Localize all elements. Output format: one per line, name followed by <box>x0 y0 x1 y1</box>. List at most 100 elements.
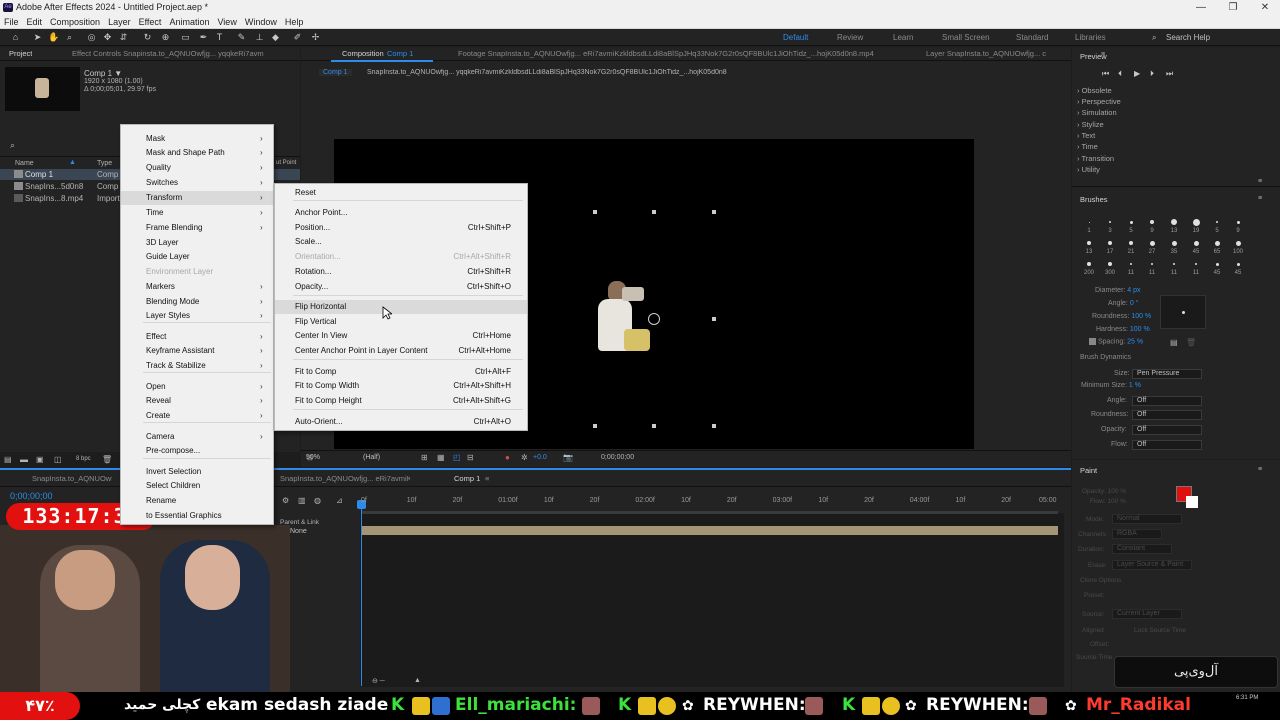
type-tool-icon[interactable]: T <box>214 32 225 43</box>
layer-menu-select-children[interactable]: Select Children <box>121 479 273 493</box>
layer-menu-mask[interactable]: Mask › <box>121 132 273 146</box>
transform-menu-flip-horizontal[interactable]: Flip Horizontal <box>275 300 527 314</box>
rectangle-tool-icon[interactable]: ▭ <box>180 32 191 43</box>
brush-tip[interactable] <box>1088 221 1090 223</box>
effects-category-simulation[interactable]: › Simulation <box>1077 108 1117 117</box>
paint-panel-title[interactable]: Paint <box>1080 466 1097 475</box>
workspace-standard[interactable]: Standard <box>1016 33 1048 42</box>
panel-menu-icon[interactable]: ≡ <box>1101 51 1105 58</box>
brush-spacing[interactable]: Spacing: 25 % <box>1089 338 1143 345</box>
minimize-button[interactable]: — <box>1186 0 1216 15</box>
work-area-bar[interactable] <box>362 511 1058 514</box>
delete-icon[interactable]: 🗑 <box>102 455 112 464</box>
brushes-panel-title[interactable]: Brushes <box>1080 195 1108 204</box>
hand-tool-icon[interactable]: ✋ <box>48 32 59 43</box>
effects-category-obsolete[interactable]: › Obsolete <box>1077 86 1112 95</box>
maximize-button[interactable]: ❐ <box>1218 0 1248 15</box>
menu-composition[interactable]: Composition <box>46 15 104 29</box>
layer-menu-effect[interactable]: Effect › <box>121 330 273 344</box>
min-size-field[interactable]: Minimum Size: 1 % <box>1081 382 1141 389</box>
panel-menu-icon[interactable]: ≡ <box>1258 466 1262 473</box>
layer-menu-layer-styles[interactable]: Layer Styles › <box>121 309 273 323</box>
layer-handle[interactable] <box>652 424 656 428</box>
dolly-tool-icon[interactable]: ⇵ <box>118 32 129 43</box>
layer-handle[interactable] <box>652 210 656 214</box>
shy-layers-icon[interactable]: ▥ <box>298 496 306 505</box>
paint-erase-dropdown[interactable]: Layer Source & Paint <box>1112 560 1192 570</box>
zoom-tool-icon[interactable]: ⌕ <box>64 32 75 43</box>
brush-angle[interactable]: Angle: 0 ° <box>1108 300 1138 307</box>
effects-category-perspective[interactable]: › Perspective <box>1077 97 1121 106</box>
layer-menu-switches[interactable]: Switches › <box>121 176 273 190</box>
current-time-indicator[interactable] <box>361 500 362 686</box>
layer-duration-bar[interactable] <box>362 526 1058 535</box>
paint-opacity[interactable]: Opacity: 100 % <box>1082 488 1126 495</box>
sort-arrow-icon[interactable]: ▲ <box>69 159 76 166</box>
transform-menu-position[interactable]: Position... Ctrl+Shift+P <box>275 221 527 235</box>
brush-tip[interactable] <box>1130 263 1132 265</box>
timeline-tracks[interactable] <box>360 513 1064 687</box>
brush-tip[interactable] <box>1108 262 1112 266</box>
brush-tip[interactable] <box>1171 219 1177 225</box>
brush-save-icon[interactable]: ▤ <box>1170 338 1178 347</box>
layer-menu-mask-and-shape-path[interactable]: Mask and Shape Path › <box>121 146 273 160</box>
brush-tip[interactable] <box>1109 221 1111 223</box>
new-composition-icon[interactable]: ▣ <box>36 455 44 464</box>
layer-menu-transform[interactable]: Transform › <box>121 191 273 205</box>
layer-handle[interactable] <box>712 424 716 428</box>
menu-window[interactable]: Window <box>241 15 281 29</box>
workspace-libraries[interactable]: Libraries <box>1075 33 1106 42</box>
transform-menu-flip-vertical[interactable]: Flip Vertical <box>275 315 527 329</box>
spacing-checkbox[interactable] <box>1089 338 1096 345</box>
menu-file[interactable]: File <box>0 15 23 29</box>
layer-menu-3d-layer[interactable]: 3D Layer <box>121 236 273 250</box>
transform-menu-fit-to-comp-width[interactable]: Fit to Comp Width Ctrl+Alt+Shift+H <box>275 379 527 393</box>
transform-menu-fit-to-comp-height[interactable]: Fit to Comp Height Ctrl+Alt+Shift+G <box>275 394 527 408</box>
search-icon[interactable]: ⌕ <box>1152 33 1156 43</box>
brush-delete-icon[interactable]: 🗑 <box>1186 338 1196 347</box>
brush-tip[interactable] <box>1087 262 1091 266</box>
brush-diameter[interactable]: Diameter: 4 px <box>1095 287 1141 294</box>
tab-footage[interactable]: Footage SnapInsta.to_AQNUOwfjg... eRi7av… <box>458 47 878 61</box>
channels-icon[interactable]: ● <box>505 453 510 462</box>
draft-3d-icon[interactable]: ⚙ <box>282 496 289 505</box>
layer-menu-rename[interactable]: Rename <box>121 494 273 508</box>
dynamics-angle-dropdown[interactable]: Off <box>1132 396 1202 406</box>
layer-menu-markers[interactable]: Markers › <box>121 280 273 294</box>
anchor-point-icon[interactable] <box>648 313 660 325</box>
layer-menu-open[interactable]: Open › <box>121 380 273 394</box>
column-outpoint-header[interactable]: ut Point <box>276 160 296 166</box>
transform-menu-opacity[interactable]: Opacity... Ctrl+Shift+O <box>275 280 527 294</box>
viewer-timecode[interactable]: 0;00;00;00 <box>601 454 634 461</box>
workspace-review[interactable]: Review <box>837 33 863 42</box>
project-search-icon[interactable]: ⌕ <box>10 140 15 151</box>
timeline-timecode[interactable]: 0;00;00;00 <box>10 491 53 501</box>
menu-effect[interactable]: Effect <box>135 15 166 29</box>
layer-menu-reveal[interactable]: Reveal › <box>121 394 273 408</box>
resolution-dropdown[interactable]: (Half) <box>363 454 380 461</box>
workspace-learn[interactable]: Learn <box>893 33 913 42</box>
paint-duration-dropdown[interactable]: Constant <box>1112 544 1172 554</box>
layer-menu-frame-blending[interactable]: Frame Blending › <box>121 221 273 235</box>
layer-menu-keyframe-assistant[interactable]: Keyframe Assistant › <box>121 344 273 358</box>
panel-menu-icon[interactable]: ≡ <box>1258 178 1262 185</box>
search-help-field[interactable]: Search Help <box>1166 33 1210 42</box>
column-type-header[interactable]: Type <box>97 160 112 167</box>
brush-tip[interactable] <box>1151 263 1153 265</box>
parent-dropdown[interactable]: None <box>290 528 307 535</box>
zoom-dropdown[interactable]: 50% <box>306 454 320 461</box>
brush-tip[interactable] <box>1235 240 1241 246</box>
effects-category-text[interactable]: › Text <box>1077 131 1095 140</box>
panel-menu-icon[interactable]: ≡ <box>1258 195 1262 202</box>
brush-tip[interactable] <box>1171 240 1177 246</box>
project-settings-icon[interactable]: ◫ <box>54 455 62 464</box>
layer-handle[interactable] <box>712 210 716 214</box>
tab-timeline-comp[interactable]: Comp 1 <box>454 472 480 486</box>
zoom-out-icon[interactable]: ⊖ ─ <box>372 677 385 685</box>
menu-view[interactable]: View <box>213 15 240 29</box>
lock-source-time-checkbox[interactable]: Lock Source Time <box>1134 627 1186 634</box>
transform-menu-reset[interactable]: Reset <box>275 186 527 200</box>
comp-name-label[interactable]: Comp 1 ▼ <box>84 69 122 78</box>
region-of-interest-icon[interactable]: ⊞ <box>421 453 428 462</box>
menu-help[interactable]: Help <box>281 15 308 29</box>
